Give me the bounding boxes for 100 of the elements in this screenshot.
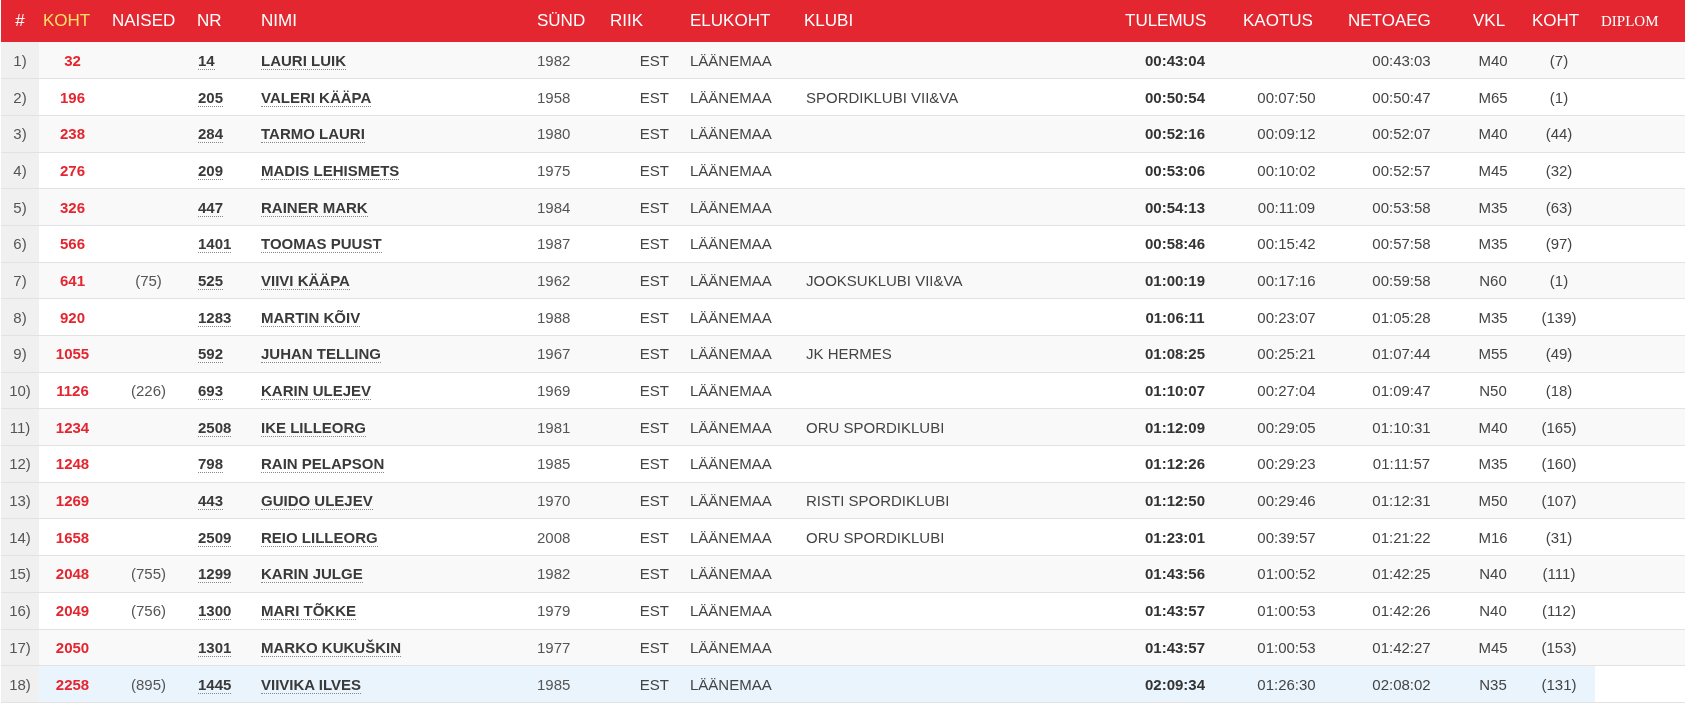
overall-place: 1658 bbox=[55, 528, 90, 546]
time-behind: 01:00:53 bbox=[1257, 602, 1316, 620]
result-time: 02:09:34 bbox=[1144, 675, 1205, 693]
column-header[interactable]: RIIK bbox=[610, 11, 644, 30]
residence: LÄÄNEMAA bbox=[690, 125, 772, 143]
age-class: M40 bbox=[1478, 125, 1508, 143]
bib-number-link[interactable]: 798 bbox=[198, 455, 224, 474]
bib-number-link[interactable]: 1283 bbox=[198, 308, 232, 327]
net-time: 01:21:22 bbox=[1372, 528, 1431, 546]
runner-name-link[interactable]: KARIN ULEJEV bbox=[261, 382, 372, 401]
column-header[interactable]: KOHT bbox=[1532, 11, 1580, 30]
bib-number-link[interactable]: 2508 bbox=[198, 418, 232, 437]
bib-number-link[interactable]: 209 bbox=[198, 161, 224, 180]
runner-name-link[interactable]: TARMO LAURI bbox=[261, 125, 365, 144]
bib-number-link[interactable]: 2509 bbox=[198, 528, 232, 547]
time-behind: 00:29:46 bbox=[1257, 492, 1316, 510]
overall-place: 566 bbox=[60, 235, 85, 253]
birth-year: 1979 bbox=[537, 602, 571, 620]
time-behind: 00:07:50 bbox=[1257, 88, 1316, 106]
runner-name-link[interactable]: MARKO KUKUŠKIN bbox=[261, 638, 401, 657]
runner-name-link[interactable]: LAURI LUIK bbox=[261, 51, 346, 70]
column-header[interactable]: SÜND bbox=[537, 11, 586, 30]
time-behind: 00:29:23 bbox=[1257, 455, 1316, 473]
result-time: 00:58:46 bbox=[1144, 235, 1205, 253]
net-time: 01:11:57 bbox=[1372, 455, 1431, 473]
class-place: (7) bbox=[1549, 51, 1569, 69]
time-behind: 00:09:12 bbox=[1257, 125, 1316, 143]
net-time: 02:08:02 bbox=[1372, 675, 1431, 693]
runner-name-link[interactable]: VIIVI KÄÄPA bbox=[261, 271, 350, 290]
column-header[interactable]: # bbox=[15, 11, 25, 30]
bib-number-link[interactable]: 447 bbox=[198, 198, 224, 217]
column-header[interactable]: KLUBI bbox=[804, 11, 854, 30]
bib-number-link[interactable]: 525 bbox=[198, 271, 224, 290]
time-behind: 00:25:21 bbox=[1257, 345, 1316, 363]
country-code: EST bbox=[639, 235, 669, 253]
residence: LÄÄNEMAA bbox=[690, 675, 772, 693]
runner-name-link[interactable]: RAIN PELAPSON bbox=[261, 455, 385, 474]
column-header[interactable]: NAISED bbox=[112, 11, 176, 30]
runner-name-link[interactable]: IKE LILLEORG bbox=[261, 418, 366, 437]
runner-name-link[interactable]: REIO LILLEORG bbox=[261, 528, 378, 547]
class-place: (131) bbox=[1541, 675, 1577, 693]
row-number: 12) bbox=[9, 455, 31, 473]
runner-name-link[interactable]: VIIVIKA ILVES bbox=[261, 675, 362, 694]
bib-number-link[interactable]: 205 bbox=[198, 88, 224, 107]
club-name: JOOKSUKLUBI VII&VA bbox=[806, 271, 963, 289]
overall-place: 1234 bbox=[55, 418, 90, 436]
runner-name-link[interactable]: MADIS LEHISMETS bbox=[261, 161, 400, 180]
result-time: 01:10:07 bbox=[1144, 382, 1205, 400]
birth-year: 1987 bbox=[537, 235, 571, 253]
column-header[interactable]: NETOAEG bbox=[1348, 11, 1431, 30]
runner-name-link[interactable]: KARIN JULGE bbox=[261, 565, 363, 584]
runner-name-link[interactable]: MARTIN KÕIV bbox=[261, 308, 361, 327]
net-time: 01:42:26 bbox=[1372, 602, 1431, 620]
overall-place: 920 bbox=[60, 308, 85, 326]
runner-name-link[interactable]: MARI TÕKKE bbox=[261, 602, 356, 621]
overall-place: 2049 bbox=[55, 602, 90, 620]
result-time: 01:23:01 bbox=[1144, 528, 1205, 546]
age-class: N60 bbox=[1479, 271, 1507, 289]
women-place: (755) bbox=[131, 565, 166, 583]
bib-number-link[interactable]: 1301 bbox=[198, 638, 232, 657]
bib-number-link[interactable]: 14 bbox=[198, 51, 215, 70]
class-place: (107) bbox=[1541, 492, 1577, 510]
overall-place: 196 bbox=[60, 88, 85, 106]
bib-number-link[interactable]: 284 bbox=[198, 125, 224, 144]
column-header[interactable]: NIMI bbox=[261, 11, 297, 30]
column-header[interactable]: TULEMUS bbox=[1125, 11, 1207, 30]
net-time: 00:53:58 bbox=[1372, 198, 1431, 216]
overall-place: 1248 bbox=[55, 455, 90, 473]
birth-year: 1977 bbox=[537, 638, 571, 656]
net-time: 00:50:47 bbox=[1372, 88, 1431, 106]
runner-name-link[interactable]: JUHAN TELLING bbox=[261, 345, 381, 364]
net-time: 01:42:25 bbox=[1372, 565, 1431, 583]
overall-place: 1126 bbox=[56, 382, 89, 400]
overall-place: 326 bbox=[60, 198, 85, 216]
result-time: 01:00:19 bbox=[1144, 271, 1205, 289]
residence: LÄÄNEMAA bbox=[690, 455, 772, 473]
result-time: 01:08:25 bbox=[1144, 345, 1205, 363]
column-header[interactable]: DIPLOM bbox=[1601, 12, 1659, 29]
bib-number-link[interactable]: 443 bbox=[198, 492, 224, 511]
column-header[interactable]: KAOTUS bbox=[1243, 11, 1313, 30]
bib-number-link[interactable]: 592 bbox=[198, 345, 224, 364]
bib-number-link[interactable]: 693 bbox=[198, 382, 224, 401]
runner-name-link[interactable]: GUIDO ULEJEV bbox=[261, 492, 373, 511]
column-header[interactable]: NR bbox=[197, 11, 222, 30]
age-class: N40 bbox=[1479, 565, 1507, 583]
bib-number-link[interactable]: 1299 bbox=[198, 565, 232, 584]
bib-number-link[interactable]: 1300 bbox=[198, 602, 232, 621]
age-class: M45 bbox=[1478, 161, 1508, 179]
runner-name-link[interactable]: TOOMAS PUUST bbox=[261, 235, 382, 254]
class-place: (1) bbox=[1549, 271, 1569, 289]
women-place: (75) bbox=[135, 271, 162, 289]
runner-name-link[interactable]: RAINER MARK bbox=[261, 198, 368, 217]
column-header[interactable]: VKL bbox=[1473, 11, 1506, 30]
column-header[interactable]: ELUKOHT bbox=[690, 11, 771, 30]
club-name: RISTI SPORDIKLUBI bbox=[806, 492, 950, 510]
result-time: 01:12:26 bbox=[1144, 455, 1205, 473]
women-place: (226) bbox=[131, 382, 166, 400]
column-header[interactable]: KOHT bbox=[43, 11, 91, 30]
bib-number-link[interactable]: 1401 bbox=[198, 235, 232, 254]
runner-name-link[interactable]: VALERI KÄÄPA bbox=[261, 88, 372, 107]
